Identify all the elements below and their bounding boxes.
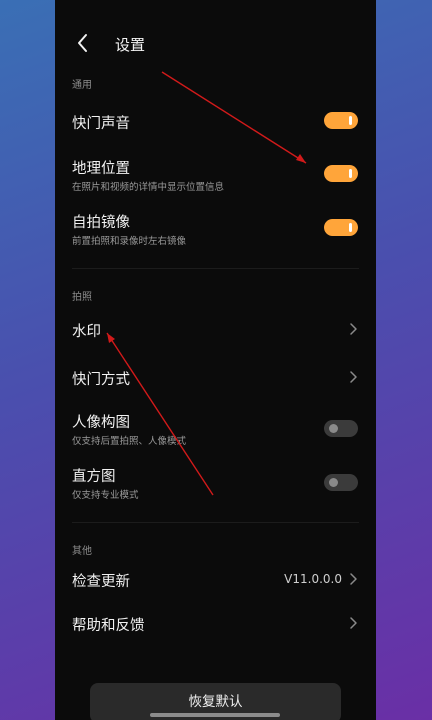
setting-row-check-update[interactable]: 检查更新 V11.0.0.0	[55, 564, 376, 598]
setting-label: 检查更新	[72, 574, 130, 590]
histogram-toggle[interactable]	[324, 474, 358, 491]
setting-label: 自拍镜像	[72, 215, 130, 231]
section-label-other: 其他	[72, 546, 92, 557]
section-label-general: 通用	[72, 80, 92, 91]
setting-description: 仅支持专业模式	[72, 490, 139, 501]
chevron-left-icon[interactable]	[73, 32, 95, 54]
setting-row-watermark[interactable]: 水印	[55, 312, 376, 346]
setting-row-portrait-composition[interactable]: 人像构图 仅支持后置拍照、人像模式	[55, 406, 376, 450]
chevron-right-icon	[350, 617, 357, 629]
setting-description: 前置拍照和录像时左右镜像	[72, 236, 187, 247]
settings-screen: 设置 通用 快门声音 地理位置 在照片和视频的详情中显示位置信息 自拍镜像 前置…	[55, 0, 376, 720]
divider	[72, 268, 359, 269]
setting-row-shutter-sound[interactable]: 快门声音	[55, 104, 376, 140]
location-toggle[interactable]	[324, 165, 358, 182]
setting-description: 在照片和视频的详情中显示位置信息	[72, 182, 225, 193]
version-value: V11.0.0.0	[284, 572, 342, 586]
setting-label: 直方图	[72, 469, 116, 485]
section-label-photo: 拍照	[72, 292, 92, 303]
setting-row-shutter-mode[interactable]: 快门方式	[55, 360, 376, 394]
setting-label: 快门声音	[72, 116, 130, 132]
setting-row-help-feedback[interactable]: 帮助和反馈	[55, 608, 376, 642]
setting-label: 地理位置	[72, 161, 130, 177]
portrait-composition-toggle[interactable]	[324, 420, 358, 437]
setting-label: 水印	[72, 324, 101, 340]
home-indicator	[150, 713, 280, 717]
setting-label: 快门方式	[72, 372, 130, 388]
setting-label: 人像构图	[72, 415, 130, 431]
setting-row-selfie-mirror[interactable]: 自拍镜像 前置拍照和录像时左右镜像	[55, 206, 376, 250]
selfie-mirror-toggle[interactable]	[324, 219, 358, 236]
setting-row-location[interactable]: 地理位置 在照片和视频的详情中显示位置信息	[55, 152, 376, 196]
header: 设置	[55, 28, 376, 60]
setting-row-histogram[interactable]: 直方图 仅支持专业模式	[55, 460, 376, 504]
page-title: 设置	[115, 36, 146, 54]
divider	[72, 522, 359, 523]
chevron-right-icon	[350, 371, 357, 383]
setting-label: 帮助和反馈	[72, 618, 145, 634]
shutter-sound-toggle[interactable]	[324, 112, 358, 129]
chevron-right-icon	[350, 573, 357, 585]
setting-description: 仅支持后置拍照、人像模式	[72, 436, 187, 447]
chevron-right-icon	[350, 323, 357, 335]
